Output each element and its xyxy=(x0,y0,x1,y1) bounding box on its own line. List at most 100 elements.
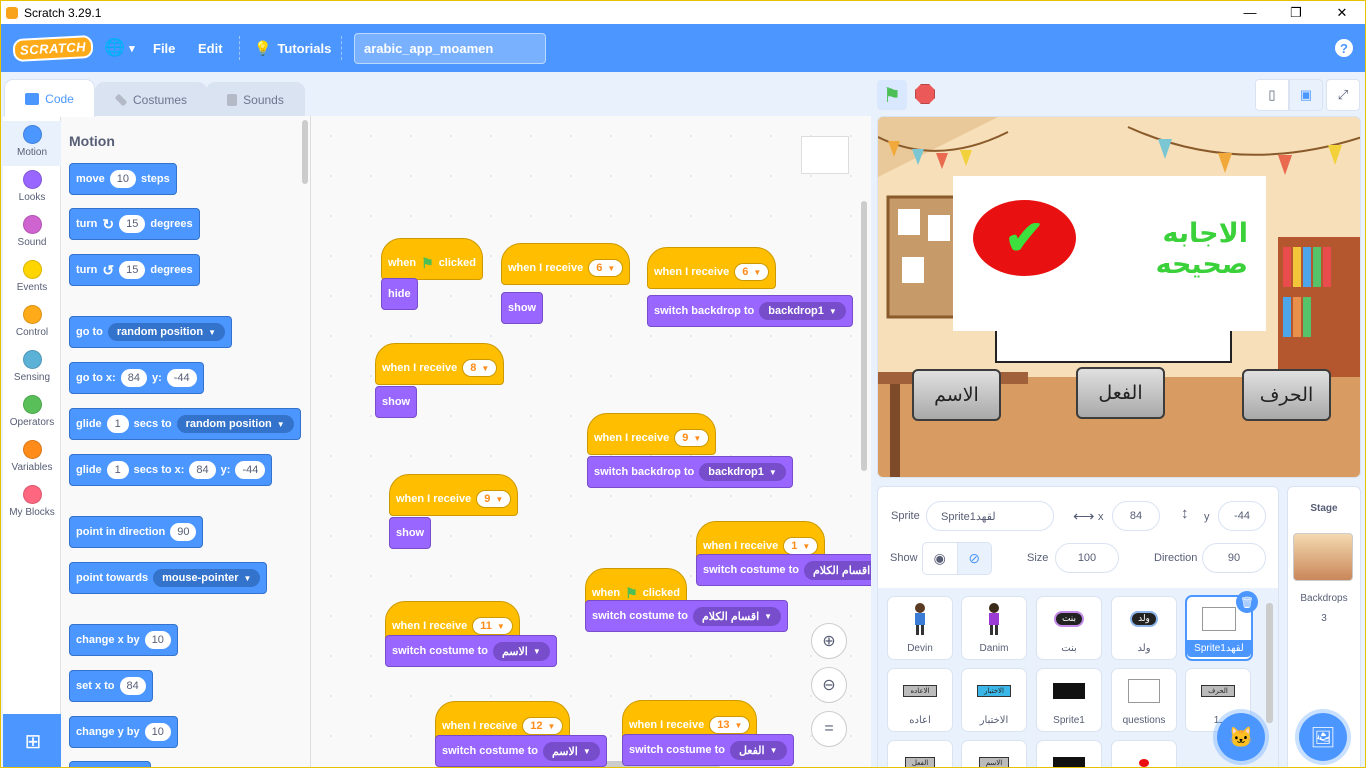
zoom-in-button[interactable]: ⊕ xyxy=(811,623,847,659)
show-block[interactable]: show xyxy=(501,292,544,324)
sprite-tile[interactable]: questions xyxy=(1111,668,1177,732)
sprite-tile[interactable]: Danim xyxy=(961,596,1027,660)
steps-input[interactable]: 10 xyxy=(109,170,136,188)
go-to-block[interactable]: go to random position ▼ xyxy=(69,316,232,348)
change-x-block[interactable]: change x by 10 xyxy=(69,624,178,656)
message-dropdown[interactable]: 1 ▼ xyxy=(783,537,819,555)
category-sensing[interactable]: Sensing xyxy=(3,346,61,391)
minimize-button[interactable]: — xyxy=(1227,1,1273,24)
size-input[interactable]: 100 xyxy=(1055,543,1119,573)
scratch-logo[interactable]: SCRATCH xyxy=(12,24,94,72)
zoom-reset-button[interactable]: = xyxy=(811,711,847,747)
y-position-input[interactable]: -44 xyxy=(1218,501,1266,531)
tab-code[interactable]: Code xyxy=(4,79,95,117)
glide-to-xy-block[interactable]: glide 1 secs to x: 84 y: -44 xyxy=(69,454,273,486)
message-dropdown[interactable]: 8 ▼ xyxy=(462,359,498,377)
message-dropdown[interactable]: 11 ▼ xyxy=(472,617,513,635)
when-i-receive-block[interactable]: when I receive 6 ▼ xyxy=(647,247,777,289)
file-menu[interactable]: File xyxy=(153,24,175,72)
small-stage-button[interactable]: ▯ xyxy=(1255,79,1289,111)
glide-to-block[interactable]: glide 1 secs to random position ▼ xyxy=(69,408,301,440)
target-dropdown[interactable]: mouse-pointer ▼ xyxy=(153,569,261,587)
message-dropdown[interactable]: 12 ▼ xyxy=(522,717,564,735)
tab-costumes[interactable]: Costumes xyxy=(95,82,207,116)
message-dropdown[interactable]: 6 ▼ xyxy=(734,263,770,281)
message-dropdown[interactable]: 9 ▼ xyxy=(674,429,710,447)
set-x-block[interactable]: set x to 84 xyxy=(69,670,153,702)
y-input[interactable]: -44 xyxy=(235,461,266,479)
stage-canvas[interactable]: ✔ الاجابه صحيحه الاسم الفعل الحرف xyxy=(877,116,1361,478)
sprite-list-scrollbar[interactable] xyxy=(1266,603,1273,723)
show-eye-icon[interactable]: ◉ xyxy=(923,543,957,574)
category-sound[interactable]: Sound xyxy=(3,211,61,256)
x-input[interactable]: 84 xyxy=(120,369,147,387)
add-sprite-button[interactable]: 🐱 xyxy=(1217,713,1265,761)
sprite-tile[interactable]: Devin xyxy=(887,596,953,660)
direction-input[interactable]: 90 xyxy=(1202,543,1266,573)
go-to-xy-block[interactable]: go to x: 84 y: -44 xyxy=(69,362,204,394)
fullscreen-button[interactable]: ⤢ xyxy=(1326,79,1360,111)
sprite-tile[interactable]: الاختبار الاختبار xyxy=(961,668,1027,732)
tab-sounds[interactable]: Sounds xyxy=(206,82,305,116)
switch-costume-block[interactable]: switch costume to الفعل ▼ xyxy=(622,734,794,766)
point-towards-block[interactable]: point towards mouse-pointer ▼ xyxy=(69,562,268,594)
x-input[interactable]: 84 xyxy=(189,461,216,479)
script-area[interactable]: when ⚑ clicked hide when I receive 6 ▼ show … xyxy=(311,116,871,767)
category-events[interactable]: Events xyxy=(3,256,61,301)
sprite-tile[interactable]: ولد ولد xyxy=(1111,596,1177,660)
switch-costume-block[interactable]: switch costume toاقسام الكلام▼ xyxy=(585,600,789,632)
value-input[interactable]: 10 xyxy=(144,631,171,649)
category-control[interactable]: Control xyxy=(3,301,61,346)
sprite-tile[interactable]: Sprite1 xyxy=(1036,668,1102,732)
workspace-vscroll[interactable] xyxy=(861,201,867,471)
noun-answer-button[interactable]: الاسم xyxy=(912,369,1001,421)
stop-button[interactable] xyxy=(915,84,935,104)
backdrop-dropdown[interactable]: backdrop1 ▼ xyxy=(759,302,846,320)
sprite-tile[interactable]: الفعل xyxy=(887,740,953,767)
edit-menu[interactable]: Edit xyxy=(198,24,223,72)
switch-costume-block[interactable]: switch costume to الاسم ▼ xyxy=(435,735,607,767)
costume-dropdown[interactable]: الاسم ▼ xyxy=(542,741,600,761)
target-dropdown[interactable]: random position ▼ xyxy=(107,323,225,341)
target-dropdown[interactable]: random position ▼ xyxy=(176,415,294,433)
project-title-input[interactable]: arabic_app_moamen xyxy=(354,33,546,64)
change-y-block[interactable]: change y by 10 xyxy=(69,716,178,748)
hide-eye-icon[interactable]: ⊘ xyxy=(956,543,991,574)
tutorials-menu[interactable]: 💡 Tutorials xyxy=(254,24,331,72)
category-my-blocks[interactable]: My Blocks xyxy=(3,481,61,526)
verb-answer-button[interactable]: الفعل xyxy=(1076,367,1165,419)
help-icon[interactable]: ? xyxy=(1335,39,1353,57)
sprite-tile[interactable] xyxy=(1111,740,1177,767)
add-backdrop-button[interactable]: 🖼 xyxy=(1299,713,1347,761)
message-dropdown[interactable]: 13 ▼ xyxy=(709,716,751,734)
when-i-receive-block[interactable]: when I receive 9 ▼ xyxy=(587,413,717,455)
sprite-name-input[interactable]: Sprite1لقهد xyxy=(926,501,1054,531)
set-y-block[interactable] xyxy=(69,761,151,767)
switch-costume-block[interactable]: switch costume toاقسام الكلام▼ xyxy=(696,554,871,586)
large-stage-button[interactable]: ▣ xyxy=(1289,79,1323,111)
value-input[interactable]: 10 xyxy=(144,723,171,741)
costume-dropdown[interactable]: الاسم ▼ xyxy=(492,641,550,661)
maximize-button[interactable]: ❐ xyxy=(1273,1,1319,24)
sprite-tile[interactable]: الاسم xyxy=(961,740,1027,767)
close-button[interactable]: ✕ xyxy=(1319,1,1365,24)
value-input[interactable]: 84 xyxy=(119,677,146,695)
show-block[interactable]: show xyxy=(375,386,418,418)
delete-sprite-button[interactable]: 🗑 xyxy=(1236,591,1258,613)
when-i-receive-block[interactable]: when I receive 6 ▼ xyxy=(501,243,631,285)
point-direction-block[interactable]: point in direction 90 xyxy=(69,516,204,548)
degrees-input[interactable]: 15 xyxy=(119,215,146,233)
x-position-input[interactable]: 84 xyxy=(1112,501,1160,531)
switch-backdrop-block[interactable]: switch backdrop to backdrop1 ▼ xyxy=(647,295,853,327)
y-input[interactable]: -44 xyxy=(166,369,197,387)
degrees-input[interactable]: 15 xyxy=(119,261,146,279)
zoom-out-button[interactable]: ⊖ xyxy=(811,667,847,703)
costume-dropdown[interactable]: اقسام الكلام▼ xyxy=(803,560,871,580)
when-i-receive-block[interactable]: when I receive 9 ▼ xyxy=(389,474,519,516)
sprite-tile[interactable]: الاعاده اعاده xyxy=(887,668,953,732)
secs-input[interactable]: 1 xyxy=(106,461,129,479)
when-flag-clicked-block[interactable]: when ⚑ clicked xyxy=(381,238,483,280)
language-menu[interactable]: 🌐 ▾ xyxy=(104,24,135,72)
move-steps-block[interactable]: move 10 steps xyxy=(69,163,177,195)
category-looks[interactable]: Looks xyxy=(3,166,61,211)
